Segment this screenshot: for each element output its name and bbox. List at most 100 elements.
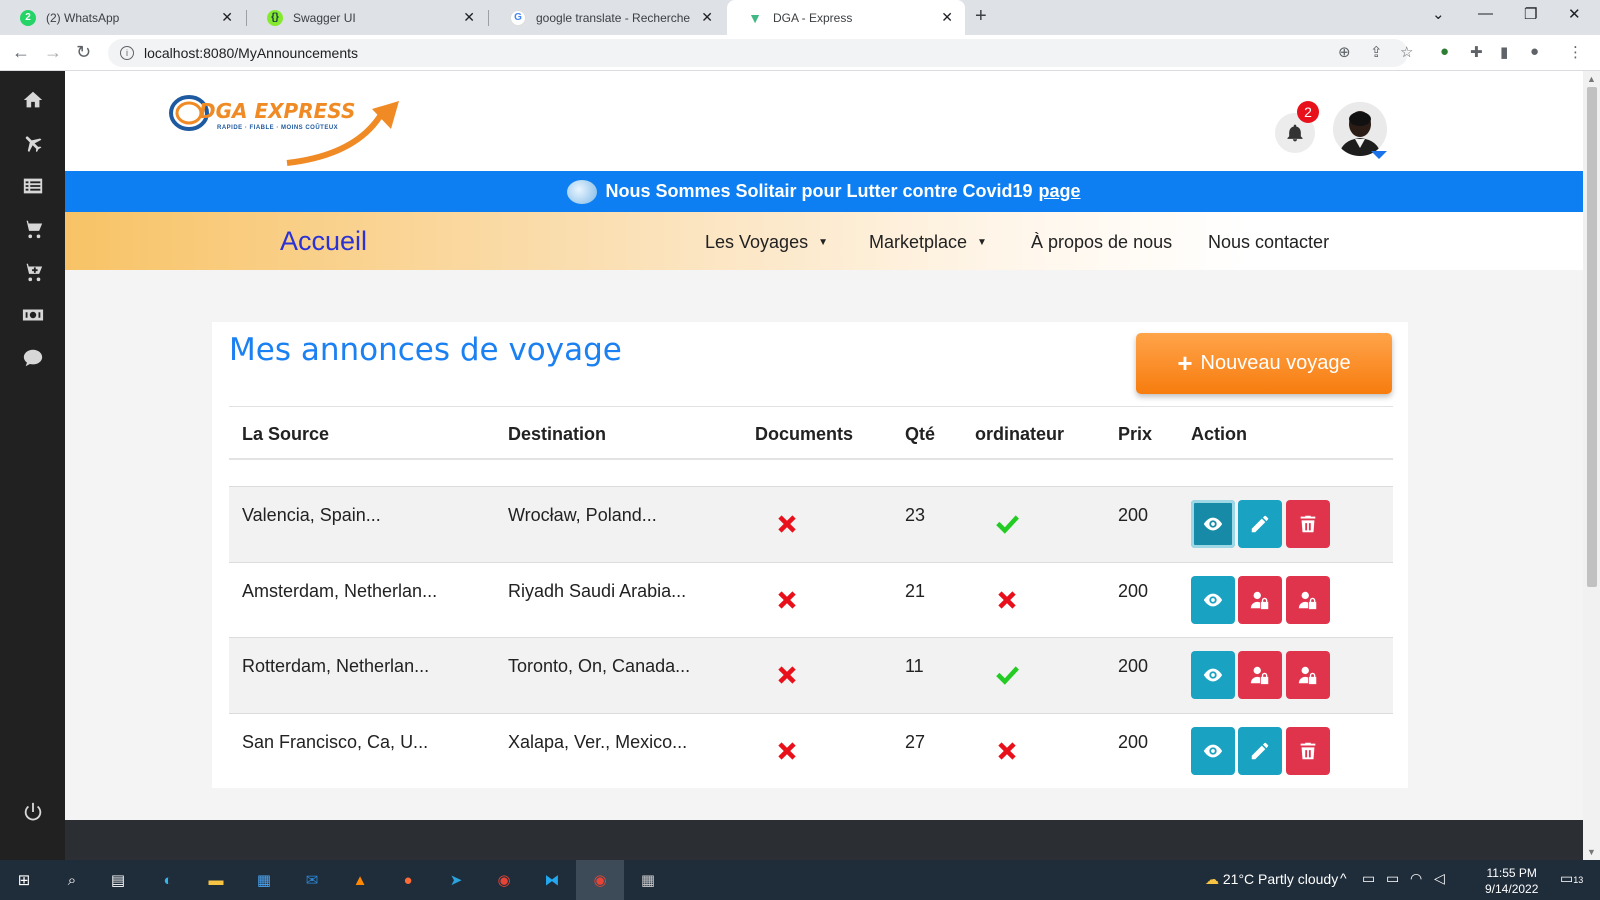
pencil-icon — [1251, 742, 1269, 759]
new-trip-button[interactable]: + Nouveau voyage — [1136, 333, 1392, 394]
windows-start-icon[interactable]: ⊞ — [12, 868, 36, 892]
delete-button[interactable] — [1286, 500, 1330, 548]
file-explorer-icon[interactable]: ▬ — [204, 868, 228, 892]
user-lock-icon — [1298, 666, 1317, 685]
tab-label: DGA - Express — [773, 10, 853, 25]
vlc-icon[interactable]: ▲ — [348, 868, 372, 892]
tab-whatsapp[interactable]: 2 (2) WhatsApp ✕ — [0, 0, 245, 35]
new-tab-button[interactable]: + — [975, 5, 987, 28]
scrollbar-thumb[interactable] — [1587, 87, 1597, 587]
extension-icon[interactable]: ● — [1440, 43, 1449, 60]
view-button[interactable] — [1191, 651, 1235, 699]
money-icon[interactable] — [0, 304, 65, 326]
puzzle-icon[interactable]: ✚ — [1470, 43, 1483, 61]
nav-marketplace[interactable]: Marketplace ▼ — [869, 232, 987, 253]
store-icon[interactable]: ▦ — [252, 868, 276, 892]
trash-icon — [1300, 515, 1316, 533]
scroll-up-icon[interactable]: ▲ — [1587, 74, 1596, 84]
cart-icon[interactable] — [0, 218, 65, 240]
cell-qty: 27 — [905, 731, 926, 752]
cross-icon — [774, 511, 800, 537]
tab-google-translate[interactable]: G google translate - Recherche Goo ✕ — [490, 0, 725, 35]
nav-label: Nous contacter — [1208, 232, 1330, 252]
chrome-active-icon[interactable]: ◉ — [588, 868, 612, 892]
display-icon[interactable]: ▭ — [1362, 870, 1375, 887]
cross-icon — [774, 738, 800, 764]
close-icon[interactable]: ✕ — [221, 9, 233, 26]
minimize-button[interactable]: — — [1478, 5, 1493, 22]
cart-plus-icon[interactable] — [0, 261, 65, 283]
view-button[interactable] — [1191, 575, 1235, 624]
info-icon[interactable]: i — [120, 46, 134, 60]
chrome-icon[interactable]: ◉ — [492, 868, 516, 892]
view-button[interactable] — [1191, 726, 1235, 775]
share-icon[interactable]: ⇪ — [1370, 43, 1383, 61]
reload-icon[interactable]: ↻ — [76, 42, 91, 63]
postman-icon[interactable]: ● — [396, 868, 420, 892]
eye-icon — [1203, 744, 1223, 757]
profile-icon[interactable]: ● — [1530, 43, 1539, 60]
avatar[interactable] — [1333, 102, 1387, 156]
locked-user-button[interactable] — [1238, 575, 1282, 624]
vue-icon: ▼ — [748, 9, 762, 26]
chevron-down-icon[interactable] — [1371, 151, 1387, 159]
cell-price: 200 — [1118, 731, 1149, 752]
logo[interactable]: DGA EXPRESS RAPIDE · FIABLE · MOINS COÛT… — [167, 85, 407, 167]
home-icon[interactable] — [0, 89, 65, 111]
calculator-icon[interactable]: ▦ — [636, 868, 660, 892]
mail-icon[interactable]: ✉ — [300, 868, 324, 892]
close-window-button[interactable]: ✕ — [1568, 5, 1581, 23]
chevron-up-icon[interactable]: ^ — [1340, 870, 1347, 886]
globe-icon — [567, 179, 598, 204]
tab-label: Swagger UI — [293, 10, 356, 25]
telegram-icon[interactable]: ➤ — [444, 868, 468, 892]
edit-button[interactable] — [1238, 726, 1282, 775]
clock[interactable]: 11:55 PM 9/14/2022 — [1485, 865, 1538, 897]
tab-swagger[interactable]: {} Swagger UI ✕ — [247, 0, 487, 35]
edge-icon[interactable]: ◐ — [156, 868, 180, 892]
wifi-icon[interactable]: ◠ — [1410, 870, 1422, 887]
nav-label: Marketplace — [869, 232, 968, 252]
plane-icon[interactable] — [0, 132, 65, 154]
view-button[interactable] — [1191, 500, 1235, 548]
power-icon[interactable] — [0, 801, 65, 823]
banner-link[interactable]: page — [1039, 181, 1081, 202]
pencil-icon — [1251, 515, 1269, 533]
nav-voyages[interactable]: Les Voyages ▼ — [705, 232, 828, 253]
date: 9/14/2022 — [1485, 882, 1539, 896]
close-icon[interactable]: ✕ — [941, 9, 953, 26]
list-icon[interactable] — [0, 175, 65, 197]
volume-icon[interactable]: ◁ — [1434, 870, 1445, 887]
edit-button[interactable] — [1238, 500, 1282, 548]
forward-icon[interactable]: → — [44, 42, 62, 63]
col-destination: Destination — [508, 424, 607, 444]
tab-dga-express[interactable]: ▼ DGA - Express ✕ — [727, 0, 965, 35]
nav-about[interactable]: À propos de nous — [1031, 232, 1172, 253]
close-icon[interactable]: ✕ — [701, 9, 713, 26]
back-icon[interactable]: ← — [12, 42, 30, 63]
restore-button[interactable]: ❐ — [1524, 5, 1537, 23]
nav-contact[interactable]: Nous contacter — [1208, 232, 1329, 253]
scroll-down-icon[interactable]: ▼ — [1587, 847, 1596, 857]
sidepanel-icon[interactable]: ▮ — [1500, 43, 1508, 61]
task-view-icon[interactable]: ▤ — [106, 868, 130, 892]
locked-user-button[interactable] — [1286, 651, 1330, 699]
nav-home[interactable]: Accueil — [280, 226, 367, 257]
search-icon[interactable]: ⌕ — [60, 868, 84, 892]
covid-banner: Nous Sommes Solitair pour Lutter contre … — [65, 171, 1583, 212]
weather-widget[interactable]: ☁ 21°C Partly cloudy — [1205, 871, 1338, 888]
delete-button[interactable] — [1286, 726, 1330, 775]
url-field[interactable]: i localhost:8080/MyAnnouncements — [108, 39, 1408, 67]
close-icon[interactable]: ✕ — [463, 9, 475, 26]
notification-center-icon[interactable]: ▭13 — [1560, 870, 1583, 887]
scrollbar[interactable]: ▲ ▼ — [1583, 71, 1600, 860]
vscode-icon[interactable]: ⧓ — [540, 868, 564, 892]
locked-user-button[interactable] — [1238, 651, 1282, 699]
star-icon[interactable]: ☆ — [1400, 43, 1413, 61]
battery-icon[interactable]: ▭ — [1386, 870, 1399, 887]
locked-user-button[interactable] — [1286, 575, 1330, 624]
chat-icon[interactable] — [0, 347, 65, 369]
menu-icon[interactable]: ⋮ — [1568, 43, 1583, 61]
zoom-icon[interactable]: ⊕ — [1338, 43, 1351, 61]
tab-search-icon[interactable]: ⌄ — [1432, 5, 1445, 23]
